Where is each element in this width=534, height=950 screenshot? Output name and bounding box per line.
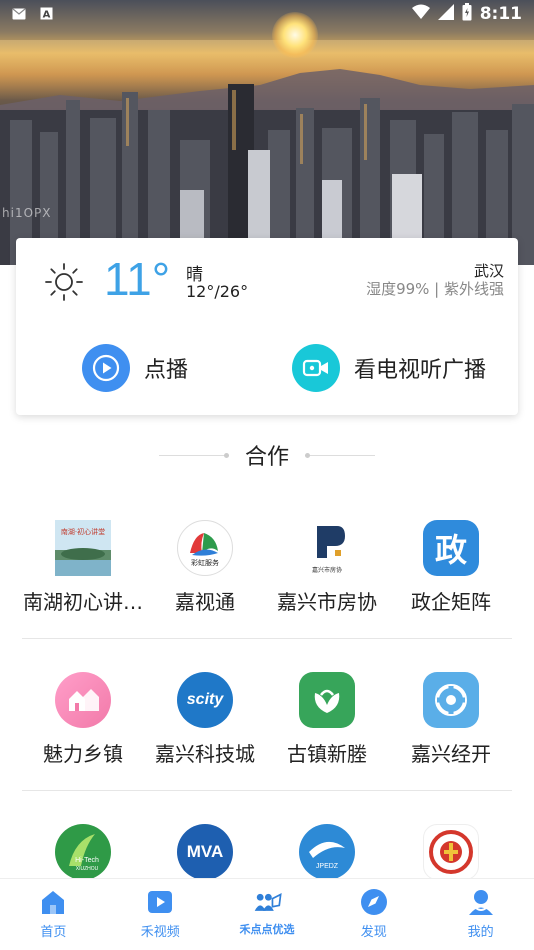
gov-logo-text: 政 [434, 531, 467, 569]
tv-radio-label: 看电视听广播 [354, 358, 487, 383]
tv-radio-button[interactable]: 看电视听广播 [292, 344, 486, 392]
rainbow-service-icon: 彩虹服务 [177, 520, 233, 576]
nav-label: 禾点点优选 [239, 923, 295, 936]
partner-label: 魅力乡镇 [43, 742, 123, 766]
nanhu-logo-text: 南湖·初心讲堂 [61, 527, 105, 536]
row-divider [22, 638, 512, 639]
video-camera-icon [292, 344, 340, 392]
partner-charming-town[interactable]: 魅力乡镇 [20, 672, 146, 767]
signal-icon [437, 4, 454, 24]
nav-discover[interactable]: 发现 [320, 879, 427, 950]
partner-dev-zone[interactable]: 嘉兴经开 [388, 672, 514, 767]
town-icon [55, 672, 111, 728]
partner-mva[interactable]: MVA [142, 824, 268, 880]
scity-icon: scity [177, 672, 233, 728]
partner-row-1: 南湖·初心讲堂 南湖初心讲… 彩虹服务 嘉视通 嘉兴市房协 嘉兴市房协 政 政企… [0, 520, 534, 630]
partner-ancient-town[interactable]: 古镇新塍 [264, 672, 390, 767]
partner-jiashitong[interactable]: 彩虹服务 嘉视通 [142, 520, 268, 615]
section-divider-left [158, 452, 229, 458]
section-divider-right [305, 452, 375, 458]
jpedz-icon: JPEDZ [299, 824, 355, 880]
nav-shopping[interactable]: 禾点点优选 [214, 879, 321, 950]
wifi-icon [411, 4, 430, 24]
partner-label: 政企矩阵 [411, 590, 491, 614]
section-header: 合作 [0, 440, 534, 470]
city-skyline [0, 84, 534, 265]
partner-science-city[interactable]: scity 嘉兴科技城 [142, 672, 268, 767]
font-a-icon: A [40, 5, 53, 24]
mva-logo-text: MVA [186, 842, 224, 861]
nav-label: 发现 [360, 925, 387, 940]
shopping-icon [252, 887, 282, 917]
svg-text:A: A [43, 9, 51, 20]
hitech-logo-text: Hi-Tech [75, 857, 99, 864]
compass-icon [359, 887, 389, 917]
housing-association-icon: 嘉兴市房协 [299, 520, 355, 576]
humidity-uv-info: 湿度99% | 紫外线强 [366, 280, 504, 298]
development-zone-icon [423, 672, 479, 728]
status-time: 8:11 [479, 4, 522, 24]
partner-nanhu[interactable]: 南湖·初心讲堂 南湖初心讲… [20, 520, 146, 615]
battery-icon [462, 3, 472, 25]
nav-label: 禾视频 [140, 925, 180, 940]
sunny-weather-icon [44, 262, 84, 302]
ancient-town-icon [299, 672, 355, 728]
hero-watermark: hi1OPX [2, 206, 52, 220]
on-demand-label: 点播 [144, 358, 189, 383]
bottom-navigation: 首页 禾视频 禾点点优选 发现 我的 [0, 878, 534, 950]
video-icon [145, 887, 175, 917]
profile-icon [466, 887, 496, 917]
mva-icon: MVA [177, 824, 233, 880]
partner-housing[interactable]: 嘉兴市房协 嘉兴市房协 [264, 520, 390, 615]
partner-label: 南湖初心讲… [23, 590, 143, 614]
nav-home[interactable]: 首页 [0, 879, 107, 950]
row-divider [22, 790, 512, 791]
partner-gov-matrix[interactable]: 政 政企矩阵 [388, 520, 514, 615]
union-emblem-icon [423, 824, 479, 880]
partner-label: 嘉视通 [175, 590, 235, 614]
hero-banner: hi1OPX A 8:11 [0, 0, 534, 265]
weather-card: 11° 晴 12°/26° 武汉 湿度99% | 紫外线强 点播 看电视听广播 [16, 238, 518, 415]
nanhu-lake-icon: 南湖·初心讲堂 [55, 520, 111, 576]
partner-row-2: 魅力乡镇 scity 嘉兴科技城 古镇新塍 嘉兴经开 [0, 672, 534, 782]
home-icon [38, 887, 68, 917]
nav-label: 首页 [40, 925, 67, 940]
mail-icon [12, 5, 26, 24]
play-icon [82, 344, 130, 392]
section-title: 合作 [244, 445, 289, 470]
partner-jpedz[interactable]: JPEDZ [264, 824, 390, 880]
on-demand-button[interactable]: 点播 [82, 344, 188, 392]
temperature-range: 12°/26° [186, 282, 249, 301]
scity-logo-text: scity [186, 691, 224, 708]
housing-logo-text: 嘉兴市房协 [312, 566, 342, 574]
partner-union[interactable] [388, 824, 514, 880]
hitech-logo-subtext: XIUZHOU [76, 866, 99, 872]
hitech-icon: Hi-Tech XIUZHOU [55, 824, 111, 880]
partner-label: 嘉兴市房协 [277, 590, 377, 614]
partner-label: 嘉兴科技城 [155, 742, 255, 766]
nav-video[interactable]: 禾视频 [107, 879, 214, 950]
temperature-value: 11° [104, 253, 171, 305]
status-bar: A 8:11 [0, 0, 534, 28]
partner-label: 嘉兴经开 [411, 742, 491, 766]
nav-label: 我的 [467, 925, 494, 940]
partner-label: 古镇新塍 [287, 742, 367, 766]
jpedz-logo-text: JPEDZ [316, 863, 339, 870]
partner-hitech[interactable]: Hi-Tech XIUZHOU [20, 824, 146, 880]
nav-profile[interactable]: 我的 [427, 879, 534, 950]
rainbow-logo-text: 彩虹服务 [191, 558, 219, 567]
government-icon: 政 [423, 520, 479, 576]
